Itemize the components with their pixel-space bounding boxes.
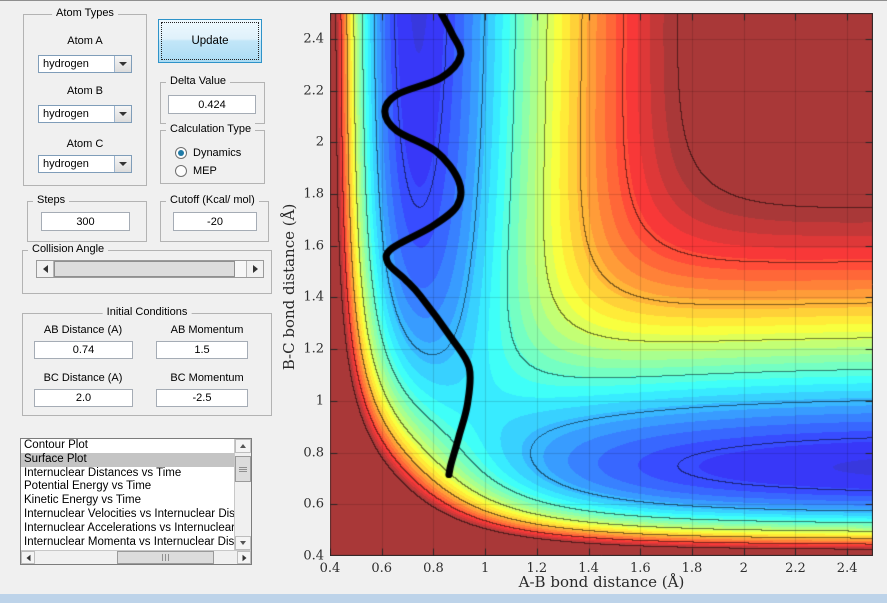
contour-plot-canvas bbox=[330, 13, 873, 556]
y-tick-label: 1 bbox=[315, 393, 324, 409]
ab-momentum-field[interactable] bbox=[156, 341, 248, 359]
plot-type-listbox[interactable]: Contour Plot Surface Plot Internuclear Dis… bbox=[20, 438, 252, 565]
vertical-scrollbar[interactable] bbox=[234, 439, 251, 550]
right-arrow-icon bbox=[252, 265, 258, 273]
y-tick-label: 1.8 bbox=[303, 186, 324, 202]
atom-types-title: Atom Types bbox=[52, 7, 118, 19]
radio-dynamics-label: Dynamics bbox=[193, 147, 242, 159]
scroll-up-button[interactable] bbox=[235, 439, 251, 453]
horizontal-scrollbar[interactable] bbox=[21, 550, 251, 564]
list-item[interactable]: Internuclear Distances vs Time bbox=[21, 467, 234, 481]
y-tick-label: 0.6 bbox=[303, 496, 324, 512]
atom-c-label: Atom C bbox=[66, 138, 104, 150]
radio-selected-icon[interactable] bbox=[175, 147, 187, 159]
bc-distance-field[interactable] bbox=[34, 389, 133, 407]
list-item[interactable]: Internuclear Accelerations vs Internucle… bbox=[21, 522, 234, 536]
dropdown-arrow-icon[interactable] bbox=[114, 156, 131, 172]
radio-unselected-icon[interactable] bbox=[175, 165, 187, 177]
y-tick-label: 1.2 bbox=[303, 341, 324, 357]
atom-b-label: Atom B bbox=[66, 85, 104, 97]
down-arrow-icon bbox=[240, 541, 246, 545]
y-tick-label: 2.2 bbox=[303, 83, 324, 99]
calculation-type-panel: Calculation Type Dynamics MEP bbox=[160, 123, 265, 184]
y-axis-label: B-C bond distance (Å) bbox=[280, 203, 298, 371]
dropdown-arrow-icon[interactable] bbox=[114, 106, 131, 122]
atom-c-dropdown[interactable]: hydrogen bbox=[38, 155, 132, 173]
radio-mep[interactable]: MEP bbox=[175, 164, 217, 178]
atom-a-value: hydrogen bbox=[43, 58, 89, 70]
plot-type-list-items: Contour Plot Surface Plot Internuclear Dis… bbox=[21, 439, 234, 550]
cutoff-title: Cutoff (Kcal/ mol) bbox=[166, 194, 259, 206]
delta-value-title: Delta Value bbox=[166, 75, 231, 87]
delta-value-field[interactable] bbox=[168, 95, 256, 114]
window-top-border bbox=[0, 0, 887, 1]
delta-value-panel: Delta Value bbox=[160, 75, 265, 124]
slider-thumb[interactable] bbox=[54, 261, 235, 277]
radio-dynamics[interactable]: Dynamics bbox=[175, 146, 241, 160]
scroll-right-button[interactable] bbox=[237, 551, 251, 564]
atom-types-panel: Atom Types Atom A hydrogen Atom B hydrog… bbox=[23, 7, 147, 186]
right-arrow-icon bbox=[242, 554, 246, 561]
cutoff-panel: Cutoff (Kcal/ mol) bbox=[160, 194, 269, 242]
thumb-grip-icon bbox=[162, 554, 169, 561]
horizontal-scrollbar-thumb[interactable] bbox=[117, 551, 214, 564]
window-bottom-band bbox=[0, 594, 887, 603]
slider-right-arrow-button[interactable] bbox=[246, 261, 263, 277]
atom-b-dropdown[interactable]: hydrogen bbox=[38, 105, 132, 123]
ab-distance-label: AB Distance (A) bbox=[43, 324, 123, 336]
atom-c-value: hydrogen bbox=[43, 158, 89, 170]
y-tick-label: 1.6 bbox=[303, 238, 324, 254]
list-item[interactable]: Kinetic Energy vs Time bbox=[21, 494, 234, 508]
list-item[interactable]: Surface Plot bbox=[21, 452, 234, 467]
slider-left-arrow-button[interactable] bbox=[37, 261, 54, 277]
thumb-grip-icon bbox=[239, 466, 247, 472]
collision-angle-title: Collision Angle bbox=[28, 243, 109, 255]
left-arrow-icon bbox=[42, 265, 48, 273]
ab-momentum-label: AB Momentum bbox=[170, 324, 244, 336]
collision-angle-panel: Collision Angle bbox=[22, 243, 272, 294]
x-axis-label: A-B bond distance (Å) bbox=[518, 573, 685, 591]
steps-title: Steps bbox=[33, 194, 70, 206]
y-tick-label: 1.4 bbox=[303, 289, 324, 305]
bc-momentum-label: BC Momentum bbox=[170, 372, 244, 384]
update-button[interactable]: Update bbox=[158, 19, 262, 63]
y-tick-label: 2.4 bbox=[303, 31, 324, 47]
steps-field[interactable] bbox=[41, 212, 130, 231]
collision-angle-slider[interactable] bbox=[36, 260, 264, 278]
list-item[interactable]: Internuclear Momenta vs Internuclear Dis… bbox=[21, 536, 234, 550]
atom-a-dropdown[interactable]: hydrogen bbox=[38, 55, 132, 73]
y-tick-label: 0.4 bbox=[303, 548, 324, 564]
left-arrow-icon bbox=[26, 554, 30, 561]
steps-panel: Steps bbox=[27, 194, 147, 242]
up-arrow-icon bbox=[240, 444, 246, 448]
bc-distance-label: BC Distance (A) bbox=[43, 372, 123, 384]
dropdown-arrow-icon[interactable] bbox=[114, 56, 131, 72]
cutoff-field[interactable] bbox=[173, 212, 257, 231]
atom-b-value: hydrogen bbox=[43, 108, 89, 120]
vertical-scrollbar-thumb[interactable] bbox=[235, 456, 251, 482]
y-tick-label: 0.8 bbox=[303, 445, 324, 461]
app-window: Atom Types Atom A hydrogen Atom B hydrog… bbox=[0, 0, 887, 603]
list-item[interactable]: Contour Plot bbox=[21, 439, 234, 453]
list-item[interactable]: Internuclear Velocities vs Internuclear … bbox=[21, 508, 234, 522]
initial-conditions-title: Initial Conditions bbox=[102, 306, 192, 318]
atom-a-label: Atom A bbox=[67, 35, 103, 47]
y-tick-label: 2 bbox=[315, 134, 324, 150]
radio-mep-label: MEP bbox=[193, 165, 217, 177]
bc-momentum-field[interactable] bbox=[156, 389, 248, 407]
list-item[interactable]: Potential Energy vs Time bbox=[21, 480, 234, 494]
scroll-down-button[interactable] bbox=[235, 536, 251, 550]
ab-distance-field[interactable] bbox=[34, 341, 133, 359]
scroll-left-button[interactable] bbox=[21, 551, 35, 564]
initial-conditions-panel: Initial Conditions AB Distance (A) AB Mo… bbox=[22, 306, 272, 416]
calculation-type-title: Calculation Type bbox=[166, 123, 256, 135]
